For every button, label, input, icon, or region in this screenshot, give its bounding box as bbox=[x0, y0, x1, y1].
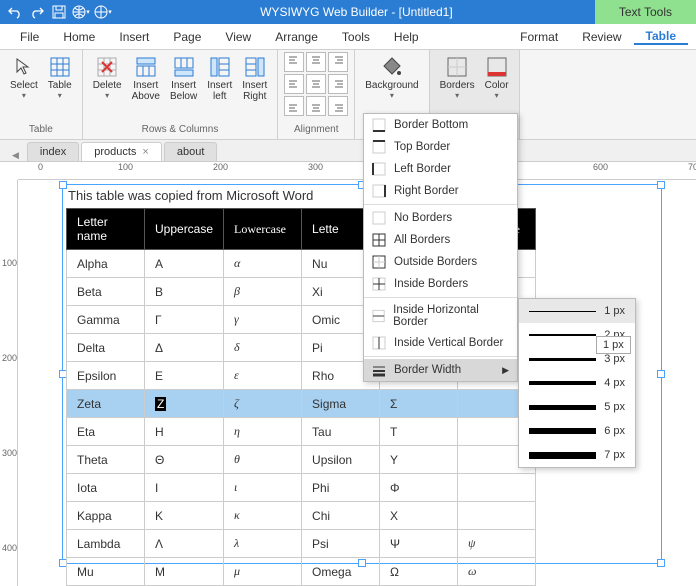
table-row[interactable]: ThetaΘθUpsilonΥ bbox=[67, 446, 536, 474]
menu-page[interactable]: Page bbox=[161, 30, 213, 44]
background-button[interactable]: Background▾ bbox=[361, 52, 422, 122]
table-row[interactable]: IotaΙιPhiΦ bbox=[67, 474, 536, 502]
menu-home[interactable]: Home bbox=[51, 30, 107, 44]
inside-horizontal-item[interactable]: Inside Horizontal Border bbox=[364, 300, 517, 332]
color-button[interactable]: Color▾ bbox=[481, 52, 513, 122]
table-button[interactable]: Table▾ bbox=[44, 52, 76, 122]
table-row[interactable]: ZetaΖζSigmaΣ bbox=[67, 390, 536, 418]
table-row[interactable]: MuΜμOmegaΩω bbox=[67, 558, 536, 586]
width-tooltip: 1 px bbox=[596, 336, 631, 354]
insert-above-button[interactable]: Insert Above bbox=[128, 52, 164, 122]
table-row[interactable]: LambdaΛλPsiΨψ bbox=[67, 530, 536, 558]
width-1px[interactable]: 1 px bbox=[519, 299, 635, 323]
delete-button[interactable]: Delete▾ bbox=[89, 52, 126, 122]
width-7px[interactable]: 7 px bbox=[519, 443, 635, 467]
tab-index[interactable]: index bbox=[27, 142, 79, 161]
width-6px[interactable]: 6 px bbox=[519, 419, 635, 443]
insert-right-button[interactable]: Insert Right bbox=[238, 52, 271, 122]
group-table-label: Table bbox=[6, 122, 76, 137]
menu-insert[interactable]: Insert bbox=[107, 30, 161, 44]
document-tabs: ◀ index products× about bbox=[0, 140, 696, 162]
header-uppercase: Uppercase bbox=[145, 209, 224, 250]
border-bottom-item[interactable]: Border Bottom bbox=[364, 114, 517, 136]
menu-format[interactable]: Format bbox=[508, 30, 570, 44]
menu-arrange[interactable]: Arrange bbox=[263, 30, 330, 44]
redo-icon[interactable] bbox=[28, 3, 46, 21]
table-caption: This table was copied from Microsoft Wor… bbox=[68, 188, 313, 203]
close-icon[interactable]: × bbox=[142, 146, 148, 158]
contextual-tab: Text Tools bbox=[595, 0, 696, 24]
inside-vertical-item[interactable]: Inside Vertical Border bbox=[364, 332, 517, 354]
tab-about[interactable]: about bbox=[164, 142, 218, 161]
save-icon[interactable] bbox=[50, 3, 68, 21]
width-5px[interactable]: 5 px bbox=[519, 395, 635, 419]
no-borders-item[interactable]: No Borders bbox=[364, 207, 517, 229]
ribbon: Select▾ Table▾ Table Delete▾ Insert Abov… bbox=[0, 50, 696, 140]
border-left-item[interactable]: Left Border bbox=[364, 158, 517, 180]
border-top-item[interactable]: Top Border bbox=[364, 136, 517, 158]
app-title: WYSIWYG Web Builder - [Untitled1] bbox=[118, 5, 595, 19]
header-letter-name: Letter name bbox=[67, 209, 145, 250]
borders-button[interactable]: Borders▾ bbox=[436, 52, 479, 122]
menu-help[interactable]: Help bbox=[382, 30, 431, 44]
menu-table[interactable]: Table bbox=[634, 29, 688, 45]
vertical-ruler: 100 200 300 400 bbox=[0, 180, 18, 586]
borders-dropdown: Border Bottom Top Border Left Border Rig… bbox=[363, 113, 518, 382]
table-row[interactable]: EtaΗηTauΤ bbox=[67, 418, 536, 446]
group-rows-label: Rows & Columns bbox=[89, 122, 272, 137]
width-4px[interactable]: 4 px bbox=[519, 371, 635, 395]
border-width-item[interactable]: Border Width▶ bbox=[364, 359, 517, 381]
titlebar: ▾ ▾ WYSIWYG Web Builder - [Untitled1] Te… bbox=[0, 0, 696, 24]
table-row[interactable]: KappaΚκChiΧ bbox=[67, 502, 536, 530]
insert-left-button[interactable]: Insert left bbox=[203, 52, 236, 122]
outside-borders-item[interactable]: Outside Borders bbox=[364, 251, 517, 273]
menu-review[interactable]: Review bbox=[570, 30, 633, 44]
select-button[interactable]: Select▾ bbox=[6, 52, 42, 122]
inside-borders-item[interactable]: Inside Borders bbox=[364, 273, 517, 295]
menubar: File Home Insert Page View Arrange Tools… bbox=[0, 24, 696, 50]
globe2-icon[interactable]: ▾ bbox=[94, 3, 112, 21]
all-borders-item[interactable]: All Borders bbox=[364, 229, 517, 251]
menu-tools[interactable]: Tools bbox=[330, 30, 382, 44]
alignment-grid[interactable] bbox=[284, 52, 348, 122]
insert-below-button[interactable]: Insert Below bbox=[166, 52, 201, 122]
horizontal-ruler: 0 100 200 300 500 600 700 bbox=[18, 162, 696, 180]
globe-icon[interactable]: ▾ bbox=[72, 3, 90, 21]
menu-file[interactable]: File bbox=[8, 30, 51, 44]
tab-products[interactable]: products× bbox=[81, 142, 162, 161]
border-right-item[interactable]: Right Border bbox=[364, 180, 517, 202]
border-width-submenu: 1 px 2 px 3 px 4 px 5 px 6 px 7 px bbox=[518, 298, 636, 468]
header-lowercase: Lowercase bbox=[224, 209, 302, 250]
undo-icon[interactable] bbox=[6, 3, 24, 21]
menu-view[interactable]: View bbox=[213, 30, 263, 44]
group-align-label: Alignment bbox=[284, 122, 348, 137]
